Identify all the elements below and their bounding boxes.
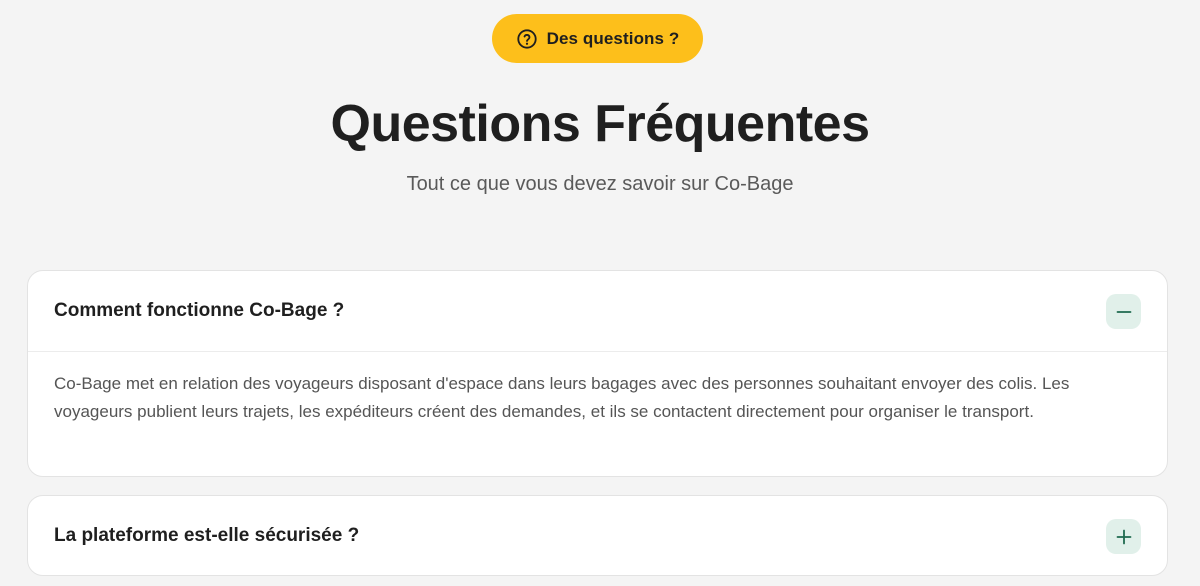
page-subtitle: Tout ce que vous devez savoir sur Co-Bag…	[406, 173, 794, 195]
faq-item: La plateforme est-elle sécurisée ?	[27, 495, 1168, 576]
faq-answer: Co-Bage met en relation des voyageurs di…	[54, 374, 1070, 421]
plus-icon	[1116, 529, 1131, 544]
questions-badge: Des questions ?	[492, 14, 703, 63]
expand-button[interactable]	[1106, 519, 1141, 554]
faq-item-header[interactable]: Comment fonctionne Co-Bage ?	[28, 271, 1167, 351]
faq-question: Comment fonctionne Co-Bage ?	[54, 300, 345, 321]
faq-item-header[interactable]: La plateforme est-elle sécurisée ?	[28, 496, 1167, 575]
faq-item: Comment fonctionne Co-Bage ? Co-Bage met…	[27, 270, 1168, 477]
faq-page: Des questions ? Questions Fréquentes Tou…	[0, 0, 1200, 586]
collapse-button[interactable]	[1106, 294, 1141, 329]
faq-question: La plateforme est-elle sécurisée ?	[54, 525, 360, 546]
page-title: Questions Fréquentes	[330, 95, 871, 153]
question-circle-icon	[516, 28, 537, 49]
minus-icon	[1116, 310, 1131, 313]
badge-label: Des questions ?	[546, 28, 680, 48]
